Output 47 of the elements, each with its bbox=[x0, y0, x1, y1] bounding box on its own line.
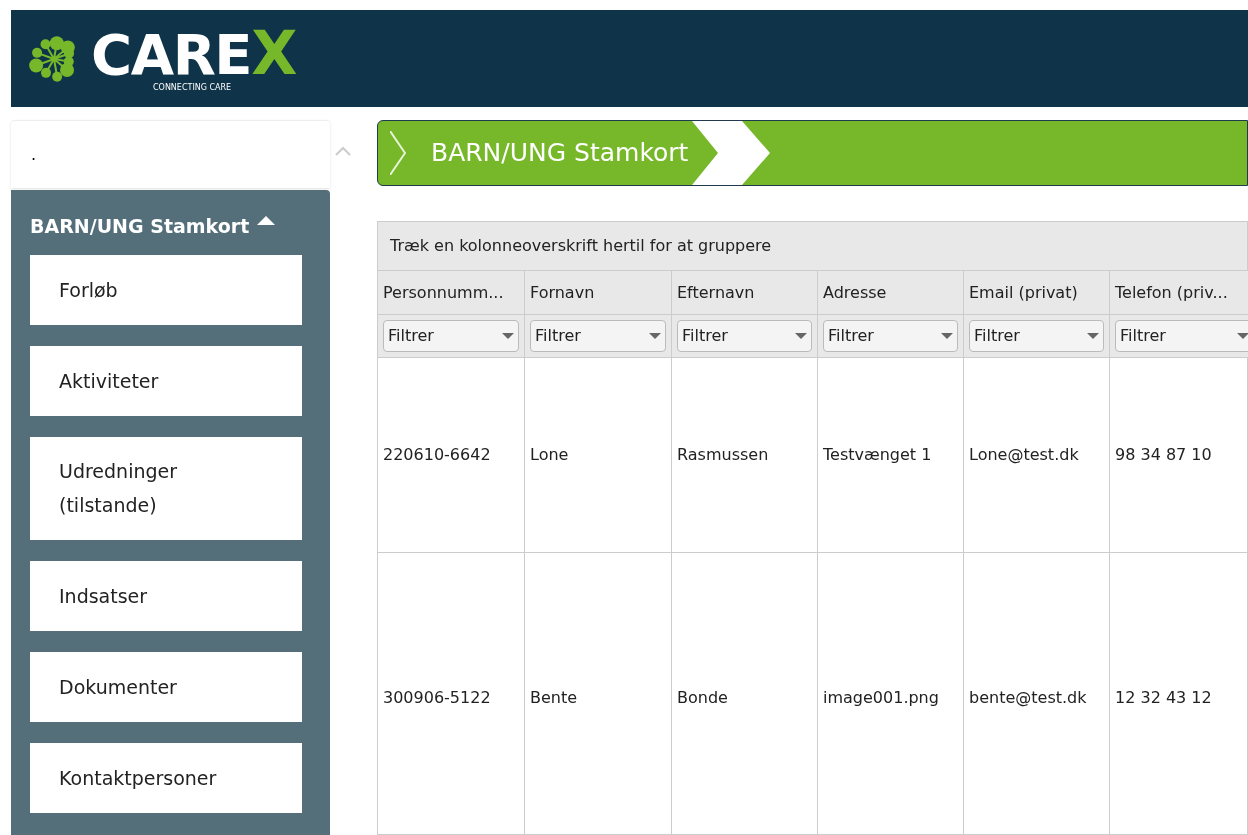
column-header[interactable]: Adresse bbox=[818, 270, 964, 314]
table-cell-text: 220610-6642 bbox=[383, 444, 491, 466]
dropdown-caret-icon bbox=[649, 333, 661, 339]
section-header[interactable]: BARN/UNG Stamkort bbox=[30, 212, 311, 241]
table-cell-text: 300906-5122 bbox=[383, 686, 491, 709]
column-header[interactable]: Email (privat) bbox=[964, 270, 1110, 314]
filter-dropdown[interactable]: Filtrer bbox=[530, 320, 666, 352]
filter-dropdown[interactable]: Filtrer bbox=[969, 320, 1104, 352]
table-cell-text: Bente bbox=[530, 686, 578, 709]
banner-title: BARN/UNG Stamkort bbox=[431, 137, 689, 170]
dropdown-caret-icon bbox=[1237, 333, 1248, 339]
table-cell-text: 12 32 43 12 bbox=[1115, 686, 1212, 709]
table-cell-text: Rasmussen bbox=[677, 444, 769, 466]
sidebar-top-text: . bbox=[31, 143, 37, 166]
dropdown-caret-icon bbox=[941, 333, 953, 339]
sidebar-menu-item[interactable]: Udredninger (tilstande) bbox=[30, 436, 302, 540]
table-cell-text: Lone@test.dk bbox=[969, 444, 1079, 466]
sidebar-menu-item[interactable]: Kontaktpersoner bbox=[30, 742, 302, 813]
column-header[interactable]: Personnumm... bbox=[378, 270, 525, 314]
table-cell-text: Bonde bbox=[677, 686, 728, 709]
sidebar-menu-item[interactable]: Indsatser bbox=[30, 560, 302, 631]
filter-dropdown[interactable]: Filtrer bbox=[1115, 320, 1248, 352]
filter-dropdown[interactable]: Filtrer bbox=[823, 320, 958, 352]
filter-dropdown[interactable]: Filtrer bbox=[677, 320, 812, 352]
sidebar-menu-item[interactable]: Forløb bbox=[30, 254, 302, 325]
scroll-up-icon[interactable] bbox=[334, 146, 351, 156]
table-cell-text: bente@test.dk bbox=[969, 686, 1087, 709]
dropdown-caret-icon bbox=[1087, 333, 1099, 339]
logo-wordmark: CARE bbox=[91, 26, 252, 83]
table-cell-text: Testvænget 1 bbox=[823, 444, 932, 466]
dropdown-caret-icon bbox=[502, 333, 514, 339]
dropdown-caret-icon bbox=[795, 333, 807, 339]
logo-mark: X bbox=[251, 24, 298, 81]
filter-dropdown[interactable]: Filtrer bbox=[383, 320, 519, 352]
chevron-icon bbox=[390, 131, 406, 175]
table-cell-text: Lone bbox=[530, 444, 569, 466]
table-cell-text: image001.png bbox=[823, 686, 939, 709]
logo-tagline: CONNECTING CARE bbox=[153, 82, 233, 93]
column-header[interactable]: Fornavn bbox=[525, 270, 672, 314]
sidebar-menu-item[interactable]: Aktiviteter bbox=[30, 345, 302, 416]
table-cell-text: 98 34 87 10 bbox=[1115, 444, 1212, 466]
arrow-shape-icon bbox=[692, 121, 773, 185]
column-header[interactable]: Telefon (priv... bbox=[1110, 270, 1248, 314]
sidebar-menu-item[interactable]: Dokumenter bbox=[30, 651, 302, 722]
group-hint: Træk en kolonneoverskrift hertil for at gruppere bbox=[390, 235, 772, 257]
caret-icon bbox=[257, 215, 276, 225]
column-header[interactable]: Efternavn bbox=[672, 270, 818, 314]
